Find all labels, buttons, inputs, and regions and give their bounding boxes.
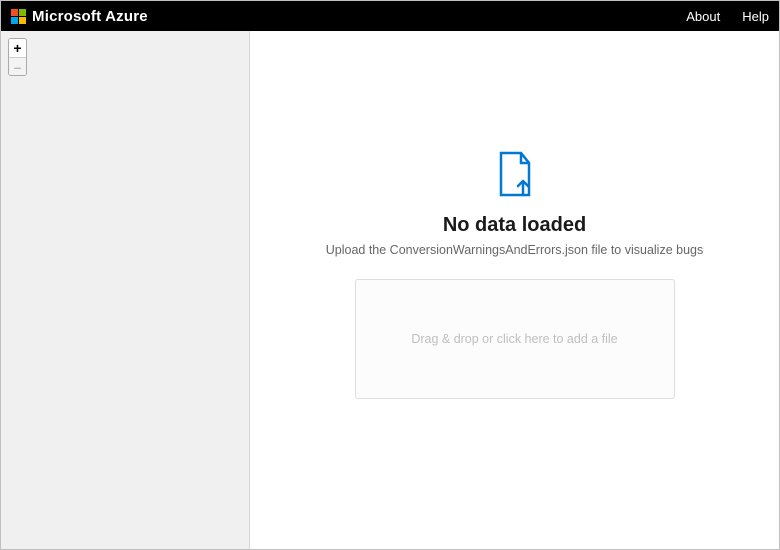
empty-state-title: No data loaded bbox=[443, 214, 586, 237]
about-link[interactable]: About bbox=[686, 9, 720, 24]
content: + – No data loaded Upload the Conversion… bbox=[1, 31, 779, 549]
empty-state-subtitle: Upload the ConversionWarningsAndErrors.j… bbox=[326, 243, 704, 257]
brand-label: Microsoft Azure bbox=[32, 8, 148, 25]
zoom-out-button: – bbox=[9, 57, 26, 75]
topbar: Microsoft Azure About Help bbox=[1, 1, 779, 31]
zoom-control: + – bbox=[8, 38, 27, 76]
sidebar: + – bbox=[1, 31, 250, 549]
file-dropzone[interactable]: Drag & drop or click here to add a file bbox=[355, 279, 675, 399]
dropzone-label: Drag & drop or click here to add a file bbox=[411, 332, 617, 346]
main-panel: No data loaded Upload the ConversionWarn… bbox=[250, 31, 779, 549]
microsoft-logo-icon bbox=[11, 9, 26, 24]
topbar-left: Microsoft Azure bbox=[11, 8, 148, 25]
zoom-in-button[interactable]: + bbox=[9, 39, 26, 57]
help-link[interactable]: Help bbox=[742, 9, 769, 24]
topbar-right: About Help bbox=[686, 9, 769, 24]
file-upload-icon bbox=[495, 151, 535, 202]
